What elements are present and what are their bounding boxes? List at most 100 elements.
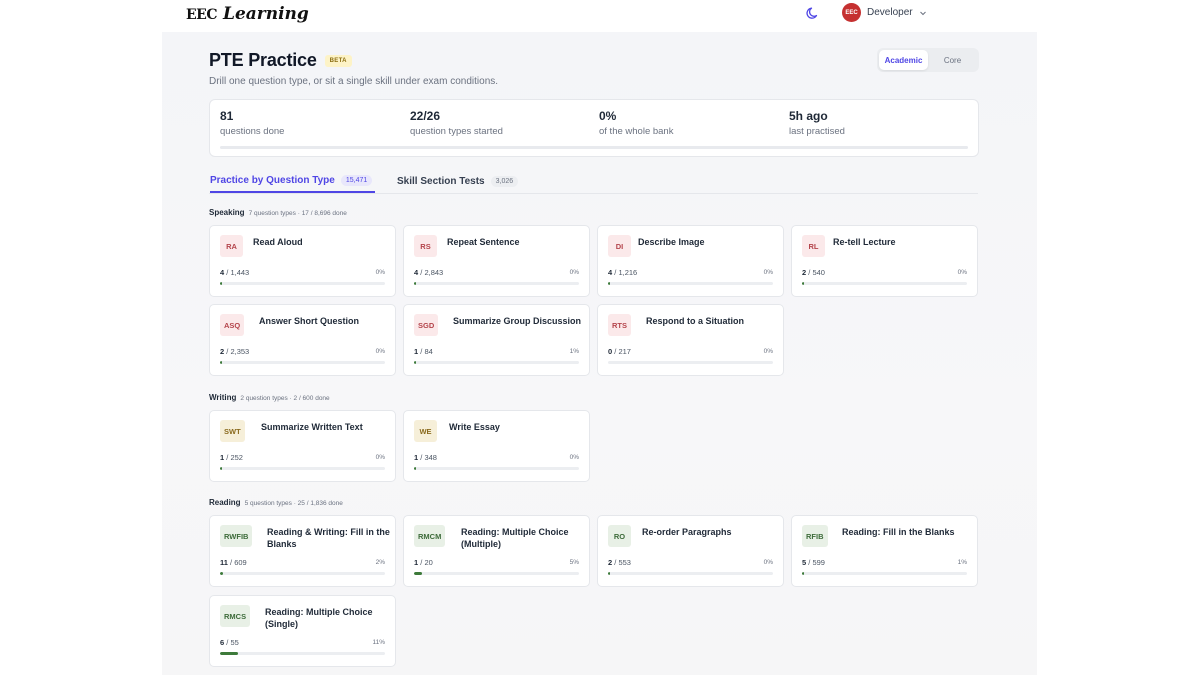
section-meta: 5 question types · 25 / 1,836 done [244,500,343,507]
question-type-name: Describe Image [638,237,705,247]
done-count: 4 [608,268,613,277]
question-count: 11 / 609 [220,558,247,567]
section-heading: Speaking 7 question types · 17 / 8,696 do… [209,208,347,217]
question-count: 5 / 599 [802,558,825,567]
percent-complete: 5% [569,559,579,566]
progress-fill [220,282,222,285]
question-type-card[interactable]: RL Re-tell Lecture 2 / 540 0% [791,225,978,297]
question-type-card[interactable]: RS Repeat Sentence 4 / 2,843 0% [403,225,590,297]
percent-complete: 0% [569,269,579,276]
total-count: 609 [234,558,247,567]
chevron-down-icon [919,11,926,15]
question-type-card[interactable]: RWFIB Reading & Writing: Fill in the Blan… [209,515,396,587]
progress-bar [802,572,967,575]
done-count: 1 [414,347,419,356]
question-type-name: Reading & Writing: Fill in the Blanks [267,527,390,549]
tab-label: Practice by Question Type [210,175,335,186]
question-type-code: RMCS [220,605,251,627]
stat-value: 22/26 [410,109,441,123]
stat-questions-done: 81 questions done [220,109,284,137]
progress-bar [414,572,579,575]
progress-bar [220,282,385,285]
progress-fill [802,572,804,575]
progress-bar [608,361,773,364]
question-type-code: RTS [608,314,631,336]
question-type-name: Repeat Sentence [447,237,520,247]
user-menu[interactable]: EEC Developer [842,3,927,22]
question-type-name: Reading: Fill in the Blanks [842,527,955,537]
question-type-card[interactable]: SWT Summarize Written Text 1 / 252 0% [209,410,396,482]
title-row: PTE Practice BETA [209,50,352,71]
section-name: Reading [209,498,241,507]
done-count: 2 [802,268,807,277]
top-bar: EEC Learning EEC Developer [0,0,1200,30]
progress-fill [220,652,239,655]
beta-badge: BETA [324,54,352,67]
progress-bar [802,282,967,285]
stat-bank-percent: 0% of the whole bank [599,109,673,137]
done-count: 1 [414,558,419,567]
percent-complete: 0% [375,348,385,355]
percent-complete: 0% [763,348,773,355]
done-count: 0 [608,347,613,356]
moon-icon[interactable] [805,5,821,21]
question-count: 2 / 540 [802,268,825,277]
stat-value: 81 [220,109,234,123]
user-name: Developer [867,7,913,18]
question-type-card[interactable]: SGD Summarize Group Discussion 1 / 84 1% [403,304,590,376]
done-count: 11 [220,558,228,567]
question-type-code: SWT [220,420,245,442]
question-type-name: Summarize Written Text [261,422,363,432]
tab-count-badge: 15,471 [340,175,373,186]
question-type-card[interactable]: RTS Respond to a Situation 0 / 217 0% [597,304,784,376]
tab-count-badge: 3,026 [490,176,519,187]
percent-complete: 0% [569,454,579,461]
question-count: 4 / 1,216 [608,268,638,277]
question-type-card[interactable]: ASQ Answer Short Question 2 / 2,353 0% [209,304,396,376]
question-type-code: RFIB [802,525,828,547]
question-type-code: RA [220,235,243,257]
total-count: 55 [230,638,239,647]
percent-complete: 0% [375,454,385,461]
page-title: PTE Practice [209,50,317,70]
progress-bar [414,282,579,285]
tab-practice-by-type[interactable]: Practice by Question Type 15,471 [210,170,376,193]
question-count: 4 / 1,443 [220,268,250,277]
done-count: 2 [220,347,225,356]
question-type-code: RO [608,525,631,547]
question-type-code: RS [414,235,437,257]
tab-label: Skill Section Tests [397,176,485,187]
logo[interactable]: EEC Learning [186,4,309,24]
progress-fill [414,282,416,285]
question-type-code: SGD [414,314,439,336]
question-count: 1 / 20 [414,558,433,567]
question-count: 1 / 84 [414,347,433,356]
question-type-card[interactable]: RFIB Reading: Fill in the Blanks 5 / 599 1% [791,515,978,587]
question-type-card[interactable]: RO Re-order Paragraphs 2 / 553 0% [597,515,784,587]
toggle-academic[interactable]: Academic [879,50,928,70]
logo-text: Learning [222,4,309,24]
total-count: 1,216 [618,268,638,277]
toggle-core[interactable]: Core [928,50,977,70]
total-count: 84 [424,347,433,356]
question-type-card[interactable]: RA Read Aloud 4 / 1,443 0% [209,225,396,297]
question-type-name: Re-tell Lecture [833,237,896,247]
progress-bar [220,361,385,364]
question-type-card[interactable]: RMCS Reading: Multiple Choice (Single) 6 /… [209,595,396,667]
progress-fill [608,572,610,575]
tab-skill-section-tests[interactable]: Skill Section Tests 3,026 [397,170,519,193]
question-type-card[interactable]: WE Write Essay 1 / 348 0% [403,410,590,482]
question-type-name: Reading: Multiple Choice (Multiple) [461,527,569,549]
progress-bar [220,572,385,575]
done-count: 1 [414,453,419,462]
total-count: 2,843 [424,268,444,277]
total-count: 20 [424,558,433,567]
question-count: 4 / 2,843 [414,268,444,277]
overall-progress-bar [220,146,968,149]
stat-label: of the whole bank [599,126,674,137]
percent-complete: 2% [375,559,385,566]
progress-fill [802,282,804,285]
question-type-code: WE [414,420,437,442]
question-type-card[interactable]: RMCM Reading: Multiple Choice (Multiple) 1… [403,515,590,587]
question-type-card[interactable]: DI Describe Image 4 / 1,216 0% [597,225,784,297]
